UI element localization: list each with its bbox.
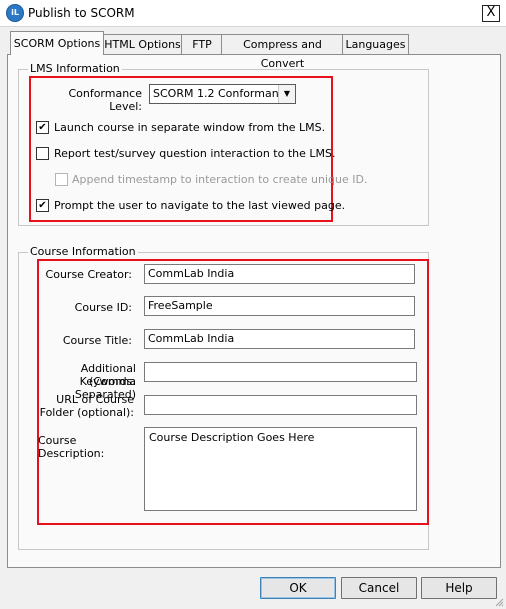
course-title-field[interactable]: CommLab India [144, 329, 415, 349]
window-title: Publish to SCORM [28, 6, 135, 20]
conformance-level-select[interactable]: SCORM 1.2 Conformant ▼ [149, 84, 296, 104]
tab-compress-and-convert[interactable]: Compress and Convert [221, 34, 344, 70]
append-timestamp-label: Append timestamp to interaction to creat… [72, 173, 368, 186]
resize-grip-icon[interactable] [494, 597, 504, 607]
conformance-level-value: SCORM 1.2 Conformant [153, 87, 283, 100]
conformance-level-label: Conformance Level: [68, 87, 142, 113]
course-creator-field[interactable]: CommLab India [144, 264, 415, 284]
ok-button[interactable]: OK [260, 577, 336, 599]
tab-ftp[interactable]: FTP [181, 34, 223, 54]
report-interaction-checkbox[interactable] [36, 147, 49, 160]
tab-html-options[interactable]: HTML Options [102, 34, 183, 54]
additional-keywords-field[interactable] [144, 362, 417, 382]
course-creator-label: Course Creator: [45, 268, 132, 281]
launch-separate-window-label[interactable]: Launch course in separate window from th… [54, 121, 325, 134]
lms-information-title: LMS Information [28, 62, 122, 75]
course-id-field[interactable]: FreeSample [144, 296, 415, 316]
chevron-down-icon[interactable]: ▼ [278, 85, 295, 103]
help-button[interactable]: Help [421, 577, 497, 599]
launch-separate-window-checkbox[interactable]: ✔ [36, 121, 49, 134]
close-button[interactable]: X [482, 5, 500, 22]
course-id-label: Course ID: [74, 301, 132, 314]
course-title-label: Course Title: [62, 334, 132, 347]
course-description-field[interactable]: Course Description Goes Here [144, 427, 417, 511]
cancel-button[interactable]: Cancel [341, 577, 417, 599]
course-url-hint: Folder (optional): [39, 406, 134, 419]
append-timestamp-checkbox [55, 173, 68, 186]
tab-languages[interactable]: Languages [342, 34, 409, 54]
course-description-label: Course Description: [38, 434, 105, 460]
course-information-title: Course Information [28, 245, 138, 258]
app-icon: iL [7, 5, 23, 21]
tab-scorm-options[interactable]: SCORM Options [10, 31, 104, 55]
prompt-last-page-checkbox[interactable]: ✔ [36, 199, 49, 212]
course-url-field[interactable] [144, 395, 417, 415]
report-interaction-label[interactable]: Report test/survey question interaction … [54, 147, 336, 160]
prompt-last-page-label[interactable]: Prompt the user to navigate to the last … [54, 199, 345, 212]
course-url-label: URL of Course [56, 393, 134, 406]
